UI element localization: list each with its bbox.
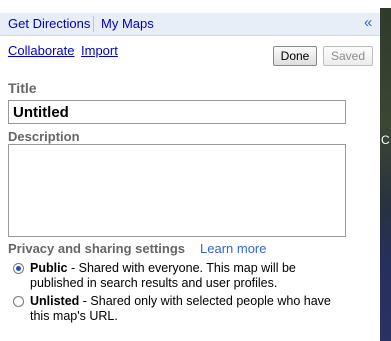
tab-divider	[93, 16, 94, 32]
tab-bar: Get Directions My Maps «	[0, 13, 380, 36]
privacy-heading: Privacy and sharing settings	[8, 241, 186, 256]
public-option-text: Public - Shared with everyone. This map …	[30, 261, 342, 291]
done-button[interactable]: Done	[273, 46, 317, 66]
title-input[interactable]	[8, 100, 346, 124]
public-option-desc: - Shared with everyone. This map will be…	[30, 261, 296, 290]
unlisted-option-text: Unlisted - Shared only with selected peo…	[30, 294, 342, 324]
title-label: Title	[8, 80, 37, 96]
map-view[interactable]	[380, 8, 391, 341]
description-label: Description	[8, 129, 80, 144]
public-option-name: Public	[30, 261, 68, 275]
tab-get-directions[interactable]: Get Directions	[8, 16, 90, 32]
collapse-panel-icon[interactable]: «	[364, 14, 372, 32]
unlisted-radio[interactable]	[13, 296, 24, 307]
tab-my-maps[interactable]: My Maps	[101, 16, 154, 32]
public-radio[interactable]	[13, 263, 24, 274]
unlisted-option-name: Unlisted	[30, 294, 80, 308]
learn-more-link[interactable]: Learn more	[200, 241, 266, 257]
map-edge-label: C	[381, 133, 390, 147]
my-maps-panel: Get Directions My Maps « Collaborate Imp…	[0, 0, 380, 341]
description-textarea[interactable]	[8, 144, 346, 237]
saved-button[interactable]: Saved	[323, 46, 373, 66]
collaborate-link[interactable]: Collaborate	[8, 43, 75, 58]
import-link[interactable]: Import	[81, 43, 118, 58]
